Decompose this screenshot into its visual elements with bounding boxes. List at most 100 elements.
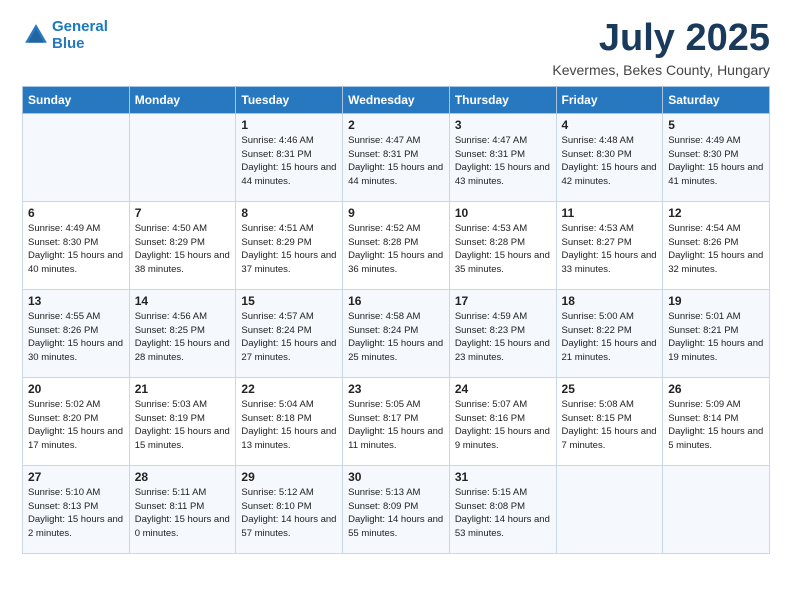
logo-blue: Blue xyxy=(52,35,85,52)
title-block: July 2025 Kevermes, Bekes County, Hungar… xyxy=(552,18,770,78)
day-cell xyxy=(129,113,236,201)
day-cell: 27 Sunrise: 5:10 AM Sunset: 8:13 PM Dayli… xyxy=(23,465,130,553)
day-cell: 7Sunrise: 4:50 AM Sunset: 8:29 PM Daylig… xyxy=(129,201,236,289)
day-info: Sunrise: 5:12 AM Sunset: 8:10 PM Dayligh… xyxy=(241,486,337,541)
day-header-sunday: Sunday xyxy=(23,86,130,113)
day-info: Sunrise: 5:02 AM Sunset: 8:20 PM Dayligh… xyxy=(28,398,124,453)
title-month: July 2025 xyxy=(552,18,770,60)
day-cell: 15 Sunrise: 4:57 AM Sunset: 8:24 PM Dayli… xyxy=(236,289,343,377)
week-row-1: 1Sunrise: 4:46 AM Sunset: 8:31 PM Daylig… xyxy=(23,113,770,201)
day-info: Sunrise: 4:47 AM Sunset: 8:31 PM Dayligh… xyxy=(455,134,551,189)
day-cell: 13 Sunrise: 4:55 AM Sunset: 8:26 PM Dayli… xyxy=(23,289,130,377)
day-header-saturday: Saturday xyxy=(663,86,770,113)
day-cell xyxy=(663,465,770,553)
day-number: 29 xyxy=(241,470,337,484)
day-number: 9 xyxy=(348,206,444,220)
day-info: Sunrise: 5:13 AM Sunset: 8:09 PM Dayligh… xyxy=(348,486,444,541)
day-cell: 18 Sunrise: 5:00 AM Sunset: 8:22 PM Dayli… xyxy=(556,289,663,377)
day-number: 18 xyxy=(562,294,658,308)
day-info: Sunrise: 5:11 AM Sunset: 8:11 PM Dayligh… xyxy=(135,486,231,541)
day-cell: 30 Sunrise: 5:13 AM Sunset: 8:09 PM Dayli… xyxy=(343,465,450,553)
week-row-4: 20 Sunrise: 5:02 AM Sunset: 8:20 PM Dayli… xyxy=(23,377,770,465)
calendar-table: SundayMondayTuesdayWednesdayThursdayFrid… xyxy=(22,86,770,554)
day-number: 8 xyxy=(241,206,337,220)
logo-general: General xyxy=(52,18,108,35)
day-number: 3 xyxy=(455,118,551,132)
day-info: Sunrise: 4:53 AM Sunset: 8:28 PM Dayligh… xyxy=(455,222,551,277)
day-cell: 8Sunrise: 4:51 AM Sunset: 8:29 PM Daylig… xyxy=(236,201,343,289)
day-cell: 2 Sunrise: 4:47 AM Sunset: 8:31 PM Daylig… xyxy=(343,113,450,201)
day-cell: 14Sunrise: 4:56 AM Sunset: 8:25 PM Dayli… xyxy=(129,289,236,377)
day-info: Sunrise: 4:47 AM Sunset: 8:31 PM Dayligh… xyxy=(348,134,444,189)
day-number: 12 xyxy=(668,206,764,220)
day-number: 17 xyxy=(455,294,551,308)
day-cell: 26Sunrise: 5:09 AM Sunset: 8:14 PM Dayli… xyxy=(663,377,770,465)
day-number: 24 xyxy=(455,382,551,396)
day-info: Sunrise: 5:04 AM Sunset: 8:18 PM Dayligh… xyxy=(241,398,337,453)
week-row-2: 6 Sunrise: 4:49 AM Sunset: 8:30 PM Daylig… xyxy=(23,201,770,289)
day-number: 23 xyxy=(348,382,444,396)
day-info: Sunrise: 4:53 AM Sunset: 8:27 PM Dayligh… xyxy=(562,222,658,277)
day-number: 4 xyxy=(562,118,658,132)
day-info: Sunrise: 4:52 AM Sunset: 8:28 PM Dayligh… xyxy=(348,222,444,277)
day-number: 7 xyxy=(135,206,231,220)
day-number: 5 xyxy=(668,118,764,132)
day-info: Sunrise: 4:54 AM Sunset: 8:26 PM Dayligh… xyxy=(668,222,764,277)
day-info: Sunrise: 4:58 AM Sunset: 8:24 PM Dayligh… xyxy=(348,310,444,365)
day-cell: 10 Sunrise: 4:53 AM Sunset: 8:28 PM Dayli… xyxy=(449,201,556,289)
day-cell: 22 Sunrise: 5:04 AM Sunset: 8:18 PM Dayli… xyxy=(236,377,343,465)
day-cell: 20 Sunrise: 5:02 AM Sunset: 8:20 PM Dayli… xyxy=(23,377,130,465)
day-info: Sunrise: 5:10 AM Sunset: 8:13 PM Dayligh… xyxy=(28,486,124,541)
day-number: 20 xyxy=(28,382,124,396)
day-info: Sunrise: 5:15 AM Sunset: 8:08 PM Dayligh… xyxy=(455,486,551,541)
day-header-friday: Friday xyxy=(556,86,663,113)
day-header-tuesday: Tuesday xyxy=(236,86,343,113)
day-info: Sunrise: 5:07 AM Sunset: 8:16 PM Dayligh… xyxy=(455,398,551,453)
day-info: Sunrise: 5:09 AM Sunset: 8:14 PM Dayligh… xyxy=(668,398,764,453)
day-number: 14 xyxy=(135,294,231,308)
day-cell: 3 Sunrise: 4:47 AM Sunset: 8:31 PM Daylig… xyxy=(449,113,556,201)
day-cell: 1Sunrise: 4:46 AM Sunset: 8:31 PM Daylig… xyxy=(236,113,343,201)
header: General Blue July 2025 Kevermes, Bekes C… xyxy=(22,18,770,78)
day-number: 22 xyxy=(241,382,337,396)
day-cell: 9 Sunrise: 4:52 AM Sunset: 8:28 PM Daylig… xyxy=(343,201,450,289)
day-info: Sunrise: 4:48 AM Sunset: 8:30 PM Dayligh… xyxy=(562,134,658,189)
day-number: 30 xyxy=(348,470,444,484)
day-info: Sunrise: 4:49 AM Sunset: 8:30 PM Dayligh… xyxy=(28,222,124,277)
day-number: 13 xyxy=(28,294,124,308)
day-number: 1 xyxy=(241,118,337,132)
day-number: 6 xyxy=(28,206,124,220)
day-cell: 6 Sunrise: 4:49 AM Sunset: 8:30 PM Daylig… xyxy=(23,201,130,289)
day-number: 27 xyxy=(28,470,124,484)
week-row-3: 13 Sunrise: 4:55 AM Sunset: 8:26 PM Dayli… xyxy=(23,289,770,377)
day-cell: 5 Sunrise: 4:49 AM Sunset: 8:30 PM Daylig… xyxy=(663,113,770,201)
day-cell: 28 Sunrise: 5:11 AM Sunset: 8:11 PM Dayli… xyxy=(129,465,236,553)
day-header-wednesday: Wednesday xyxy=(343,86,450,113)
day-info: Sunrise: 5:00 AM Sunset: 8:22 PM Dayligh… xyxy=(562,310,658,365)
title-location: Kevermes, Bekes County, Hungary xyxy=(552,62,770,78)
day-number: 31 xyxy=(455,470,551,484)
day-cell xyxy=(556,465,663,553)
day-cell: 21Sunrise: 5:03 AM Sunset: 8:19 PM Dayli… xyxy=(129,377,236,465)
day-number: 10 xyxy=(455,206,551,220)
day-info: Sunrise: 4:57 AM Sunset: 8:24 PM Dayligh… xyxy=(241,310,337,365)
day-info: Sunrise: 4:59 AM Sunset: 8:23 PM Dayligh… xyxy=(455,310,551,365)
day-cell: 4 Sunrise: 4:48 AM Sunset: 8:30 PM Daylig… xyxy=(556,113,663,201)
day-header-monday: Monday xyxy=(129,86,236,113)
day-number: 25 xyxy=(562,382,658,396)
day-number: 28 xyxy=(135,470,231,484)
day-number: 15 xyxy=(241,294,337,308)
logo-icon xyxy=(22,21,50,49)
header-row: SundayMondayTuesdayWednesdayThursdayFrid… xyxy=(23,86,770,113)
day-number: 16 xyxy=(348,294,444,308)
day-info: Sunrise: 4:55 AM Sunset: 8:26 PM Dayligh… xyxy=(28,310,124,365)
day-cell: 11 Sunrise: 4:53 AM Sunset: 8:27 PM Dayli… xyxy=(556,201,663,289)
day-cell: 19Sunrise: 5:01 AM Sunset: 8:21 PM Dayli… xyxy=(663,289,770,377)
logo: General Blue xyxy=(22,18,108,53)
day-number: 2 xyxy=(348,118,444,132)
day-info: Sunrise: 4:49 AM Sunset: 8:30 PM Dayligh… xyxy=(668,134,764,189)
day-cell: 31 Sunrise: 5:15 AM Sunset: 8:08 PM Dayli… xyxy=(449,465,556,553)
day-cell: 24 Sunrise: 5:07 AM Sunset: 8:16 PM Dayli… xyxy=(449,377,556,465)
day-number: 11 xyxy=(562,206,658,220)
day-cell: 16 Sunrise: 4:58 AM Sunset: 8:24 PM Dayli… xyxy=(343,289,450,377)
